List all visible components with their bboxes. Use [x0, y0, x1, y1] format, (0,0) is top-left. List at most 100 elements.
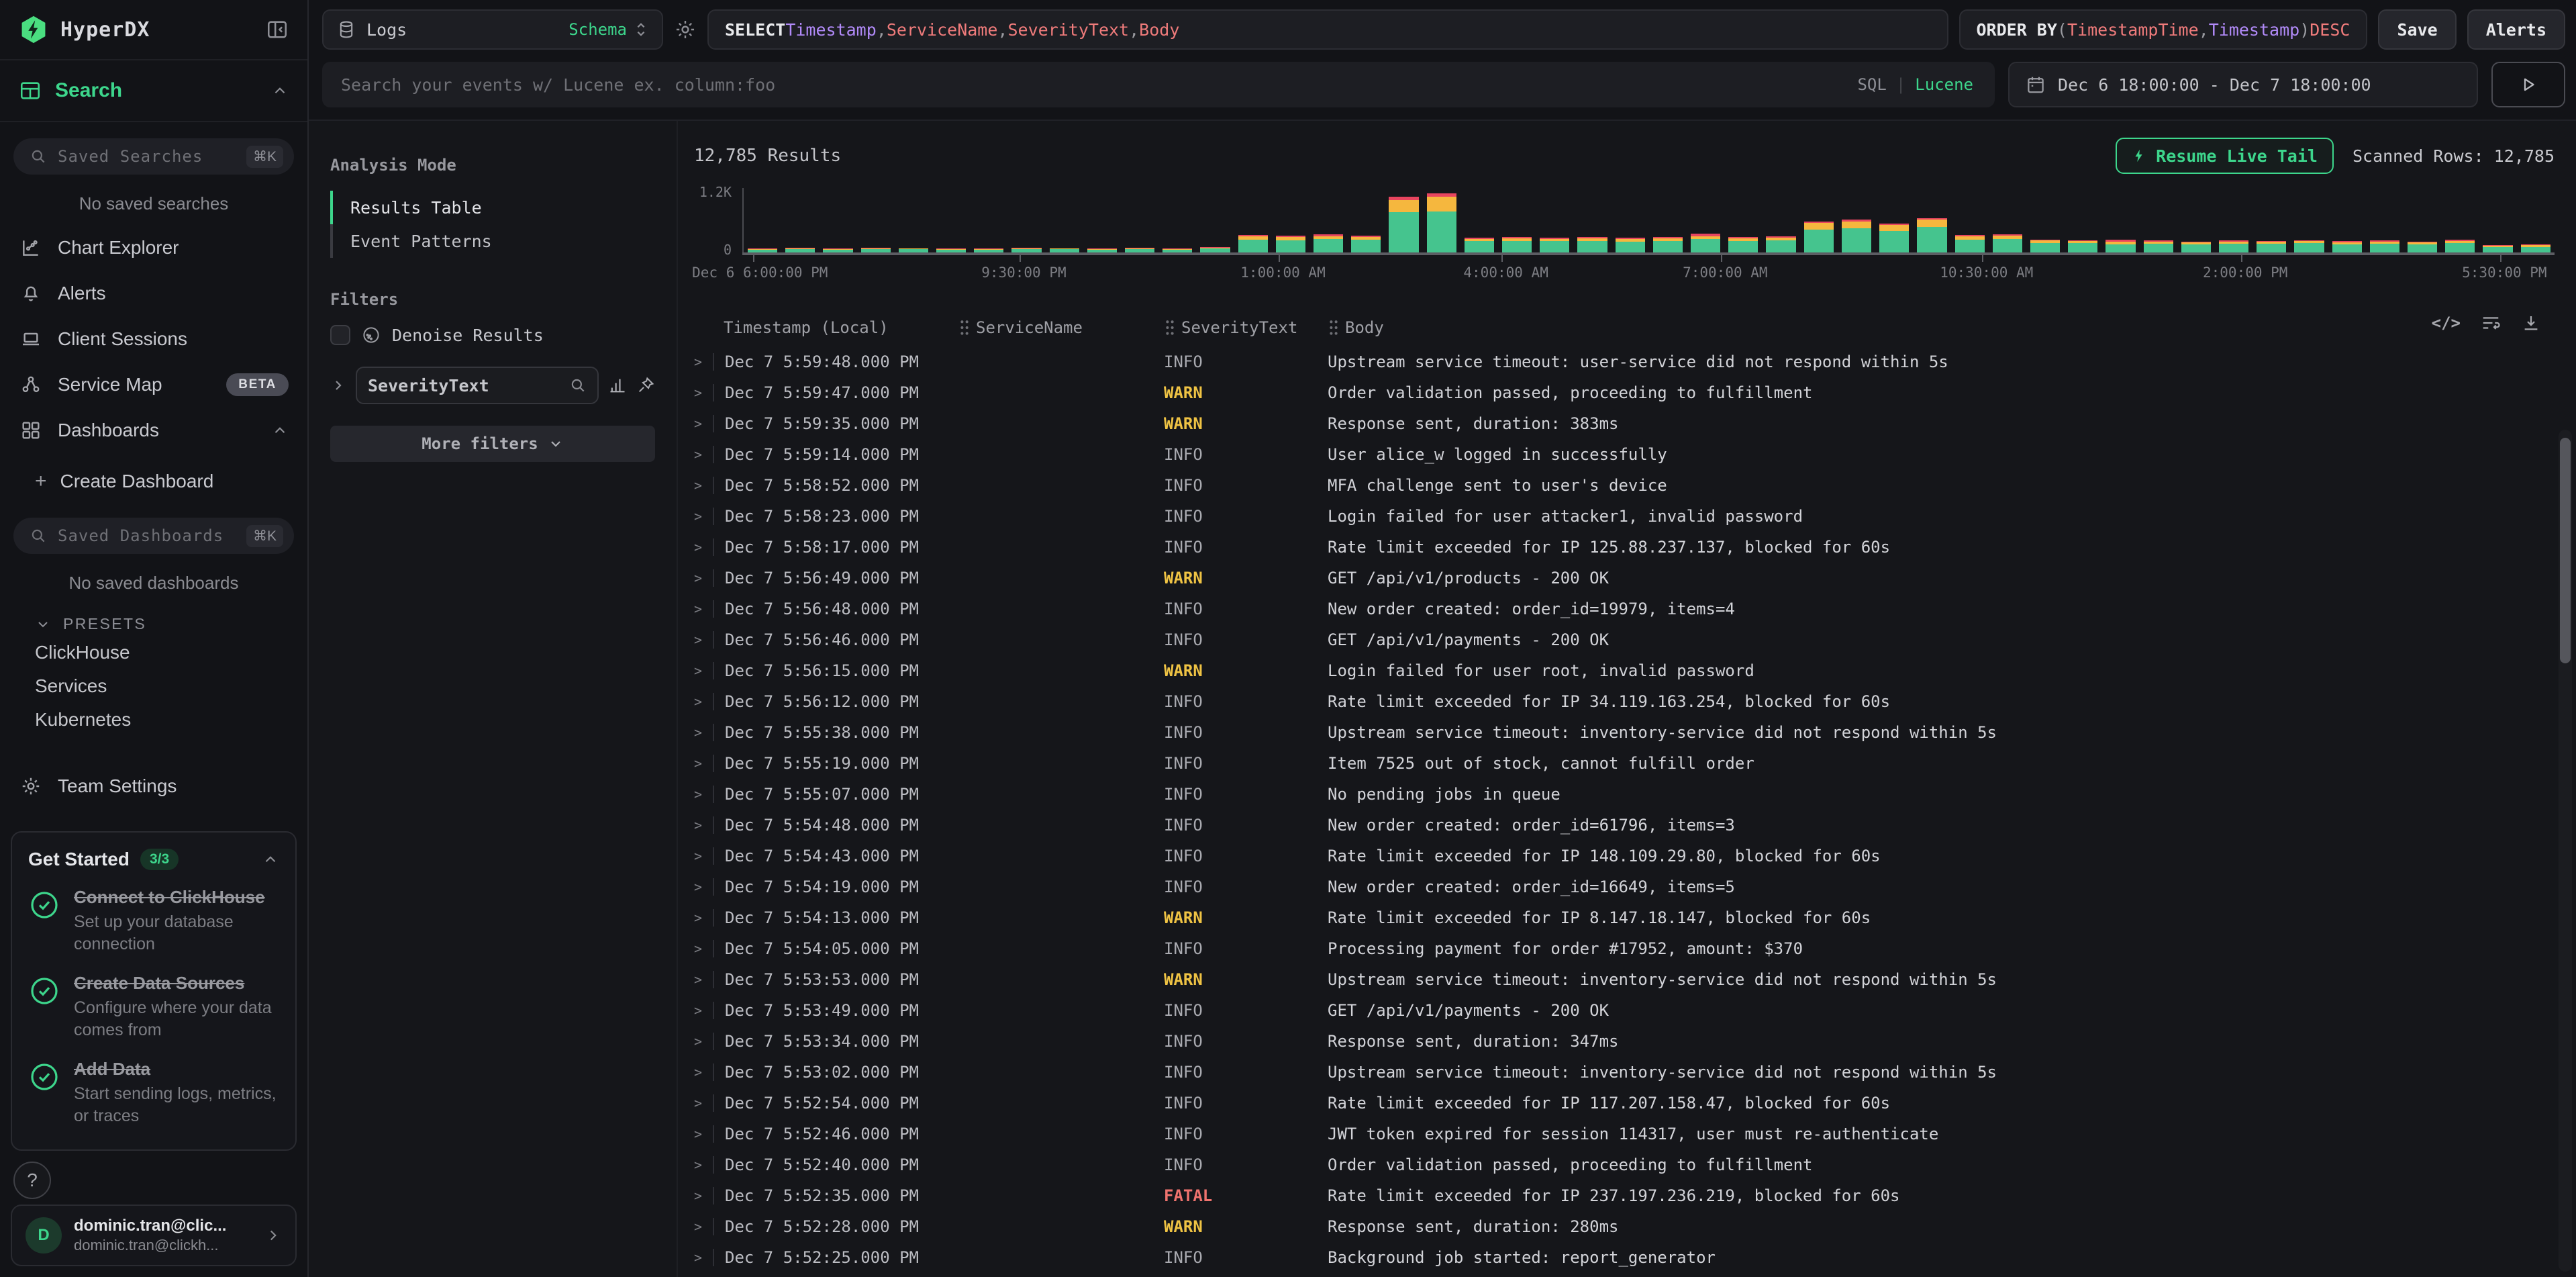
row-expand-icon[interactable]: >	[694, 848, 713, 864]
mode-event-patterns[interactable]: Event Patterns	[330, 224, 655, 258]
table-row[interactable]: >Dec 7 5:53:34.000 PMINFOResponse sent, …	[694, 1026, 2576, 1057]
get-started-step-sources[interactable]: Create Data Sources Configure where your…	[28, 969, 279, 1041]
presets-toggle[interactable]: PRESETS	[0, 604, 307, 636]
histogram-bar[interactable]	[819, 188, 856, 252]
histogram-bar[interactable]	[2290, 188, 2328, 252]
table-row[interactable]: >Dec 7 5:56:15.000 PMWARNLogin failed fo…	[694, 655, 2576, 686]
histogram-bar[interactable]	[744, 188, 781, 252]
mode-results-table[interactable]: Results Table	[330, 191, 655, 224]
histogram-bar[interactable]	[2404, 188, 2441, 252]
histogram-bar[interactable]	[1121, 188, 1158, 252]
histogram-bar[interactable]	[970, 188, 1007, 252]
table-row[interactable]: >Dec 7 5:55:38.000 PMINFOUpstream servic…	[694, 717, 2576, 748]
table-row[interactable]: >Dec 7 5:59:48.000 PMINFOUpstream servic…	[694, 346, 2576, 377]
table-row[interactable]: >Dec 7 5:54:05.000 PMINFOProcessing paym…	[694, 933, 2576, 964]
table-row[interactable]: >Dec 7 5:59:14.000 PMINFOUser alice_w lo…	[694, 439, 2576, 470]
alerts-button[interactable]: Alerts	[2467, 9, 2565, 50]
histogram-bar[interactable]	[1800, 188, 1838, 252]
histogram-bar[interactable]	[895, 188, 932, 252]
row-expand-icon[interactable]: >	[694, 1219, 713, 1235]
histogram-bar[interactable]	[1234, 188, 1272, 252]
histogram-bar[interactable]	[2064, 188, 2101, 252]
table-row[interactable]: >Dec 7 5:52:40.000 PMINFOOrder validatio…	[694, 1149, 2576, 1180]
row-expand-icon[interactable]: >	[694, 941, 713, 957]
get-started-step-add-data[interactable]: Add Data Start sending logs, metrics, or…	[28, 1055, 279, 1127]
histogram-bar[interactable]	[2177, 188, 2215, 252]
histogram-bar[interactable]	[1460, 188, 1498, 252]
collapse-sidebar-icon[interactable]	[266, 18, 289, 41]
histogram-bar[interactable]	[1347, 188, 1385, 252]
histogram-bar[interactable]	[2328, 188, 2366, 252]
histogram-bar[interactable]	[1536, 188, 1573, 252]
table-row[interactable]: >Dec 7 5:54:43.000 PMINFORate limit exce…	[694, 841, 2576, 871]
histogram-bar[interactable]	[932, 188, 970, 252]
histogram-bar[interactable]	[1083, 188, 1121, 252]
table-row[interactable]: >Dec 7 5:58:52.000 PMINFOMFA challenge s…	[694, 470, 2576, 501]
histogram-bar[interactable]	[1724, 188, 1762, 252]
download-icon[interactable]	[2521, 313, 2541, 333]
table-row[interactable]: >Dec 7 5:54:48.000 PMINFONew order creat…	[694, 810, 2576, 841]
row-expand-icon[interactable]: >	[694, 601, 713, 617]
row-expand-icon[interactable]: >	[694, 1126, 713, 1142]
row-expand-icon[interactable]: >	[694, 632, 713, 648]
histogram-bar[interactable]	[2215, 188, 2252, 252]
row-expand-icon[interactable]: >	[694, 446, 713, 463]
table-row[interactable]: >Dec 7 5:59:35.000 PMWARNResponse sent, …	[694, 408, 2576, 439]
chevron-up-icon[interactable]	[271, 422, 289, 439]
row-expand-icon[interactable]: >	[694, 1064, 713, 1080]
row-expand-icon[interactable]: >	[694, 724, 713, 741]
histogram-bar[interactable]	[1687, 188, 1724, 252]
sidebar-item-team-settings[interactable]: Team Settings	[0, 763, 307, 809]
table-row[interactable]: >Dec 7 5:56:12.000 PMINFORate limit exce…	[694, 686, 2576, 717]
column-servicename[interactable]: ServiceName	[958, 318, 1164, 337]
time-range-picker[interactable]: Dec 6 18:00:00 - Dec 7 18:00:00	[2008, 62, 2478, 107]
histogram-bar[interactable]	[2252, 188, 2290, 252]
table-row[interactable]: >Dec 7 5:56:49.000 PMWARNGET /api/v1/pro…	[694, 563, 2576, 594]
histogram-bar[interactable]	[1649, 188, 1687, 252]
table-row[interactable]: >Dec 7 5:53:49.000 PMINFOGET /api/v1/pay…	[694, 995, 2576, 1026]
histogram-bar[interactable]	[2517, 188, 2555, 252]
table-row[interactable]: >Dec 7 5:58:23.000 PMINFOLogin failed fo…	[694, 501, 2576, 532]
wrap-lines-icon[interactable]	[2481, 313, 2501, 333]
sidebar-item-dashboards[interactable]: Dashboards	[0, 408, 307, 453]
denoise-checkbox[interactable]	[330, 325, 350, 345]
histogram-bar[interactable]	[1913, 188, 1950, 252]
source-settings-gear-icon[interactable]	[674, 18, 697, 41]
table-row[interactable]: >Dec 7 5:53:53.000 PMWARNUpstream servic…	[694, 964, 2576, 995]
row-expand-icon[interactable]: >	[694, 477, 713, 493]
saved-dashboards-input[interactable]: Saved Dashboards ⌘K	[13, 518, 294, 554]
histogram-bar[interactable]	[2140, 188, 2177, 252]
row-expand-icon[interactable]: >	[694, 972, 713, 988]
preset-kubernetes[interactable]: Kubernetes	[0, 703, 307, 737]
table-row[interactable]: >Dec 7 5:55:19.000 PMINFOItem 7525 out o…	[694, 748, 2576, 779]
drag-handle-icon[interactable]	[958, 319, 971, 336]
sidebar-item-service-map[interactable]: Service Map BETA	[0, 362, 307, 408]
sidebar-item-chart-explorer[interactable]: Chart Explorer	[0, 225, 307, 271]
histogram-bar[interactable]	[1838, 188, 1875, 252]
scrollbar-thumb[interactable]	[2560, 438, 2571, 663]
histogram-bar[interactable]	[1612, 188, 1649, 252]
histogram-bar[interactable]	[1989, 188, 2026, 252]
drag-handle-icon[interactable]	[1164, 319, 1176, 336]
histogram-bar[interactable]	[2366, 188, 2404, 252]
saved-searches-input[interactable]: Saved Searches ⌘K	[13, 138, 294, 175]
orderby-input[interactable]: ORDER BY (TimestampTime, Timestamp) DESC	[1959, 9, 2368, 50]
histogram-bar[interactable]	[1046, 188, 1083, 252]
row-expand-icon[interactable]: >	[694, 817, 713, 833]
events-histogram[interactable]: 1.2K 0 Dec 6 6:00:00 PM9:30:00 PM1:00:00…	[694, 188, 2557, 282]
user-menu[interactable]: D dominic.tran@clic... dominic.tran@clic…	[11, 1204, 297, 1266]
histogram-bar[interactable]	[1196, 188, 1234, 252]
row-expand-icon[interactable]: >	[694, 1033, 713, 1049]
histogram-bar[interactable]	[2101, 188, 2139, 252]
more-filters-button[interactable]: More filters	[330, 426, 655, 462]
histogram-bar[interactable]	[1272, 188, 1309, 252]
row-expand-icon[interactable]: >	[694, 570, 713, 586]
histogram-bar[interactable]	[2026, 188, 2064, 252]
chevron-up-icon[interactable]	[262, 851, 279, 868]
row-expand-icon[interactable]: >	[694, 663, 713, 679]
preset-services[interactable]: Services	[0, 669, 307, 703]
histogram-bar[interactable]	[1309, 188, 1347, 252]
sidebar-item-alerts[interactable]: Alerts	[0, 271, 307, 316]
row-expand-icon[interactable]: >	[694, 1188, 713, 1204]
row-expand-icon[interactable]: >	[694, 694, 713, 710]
